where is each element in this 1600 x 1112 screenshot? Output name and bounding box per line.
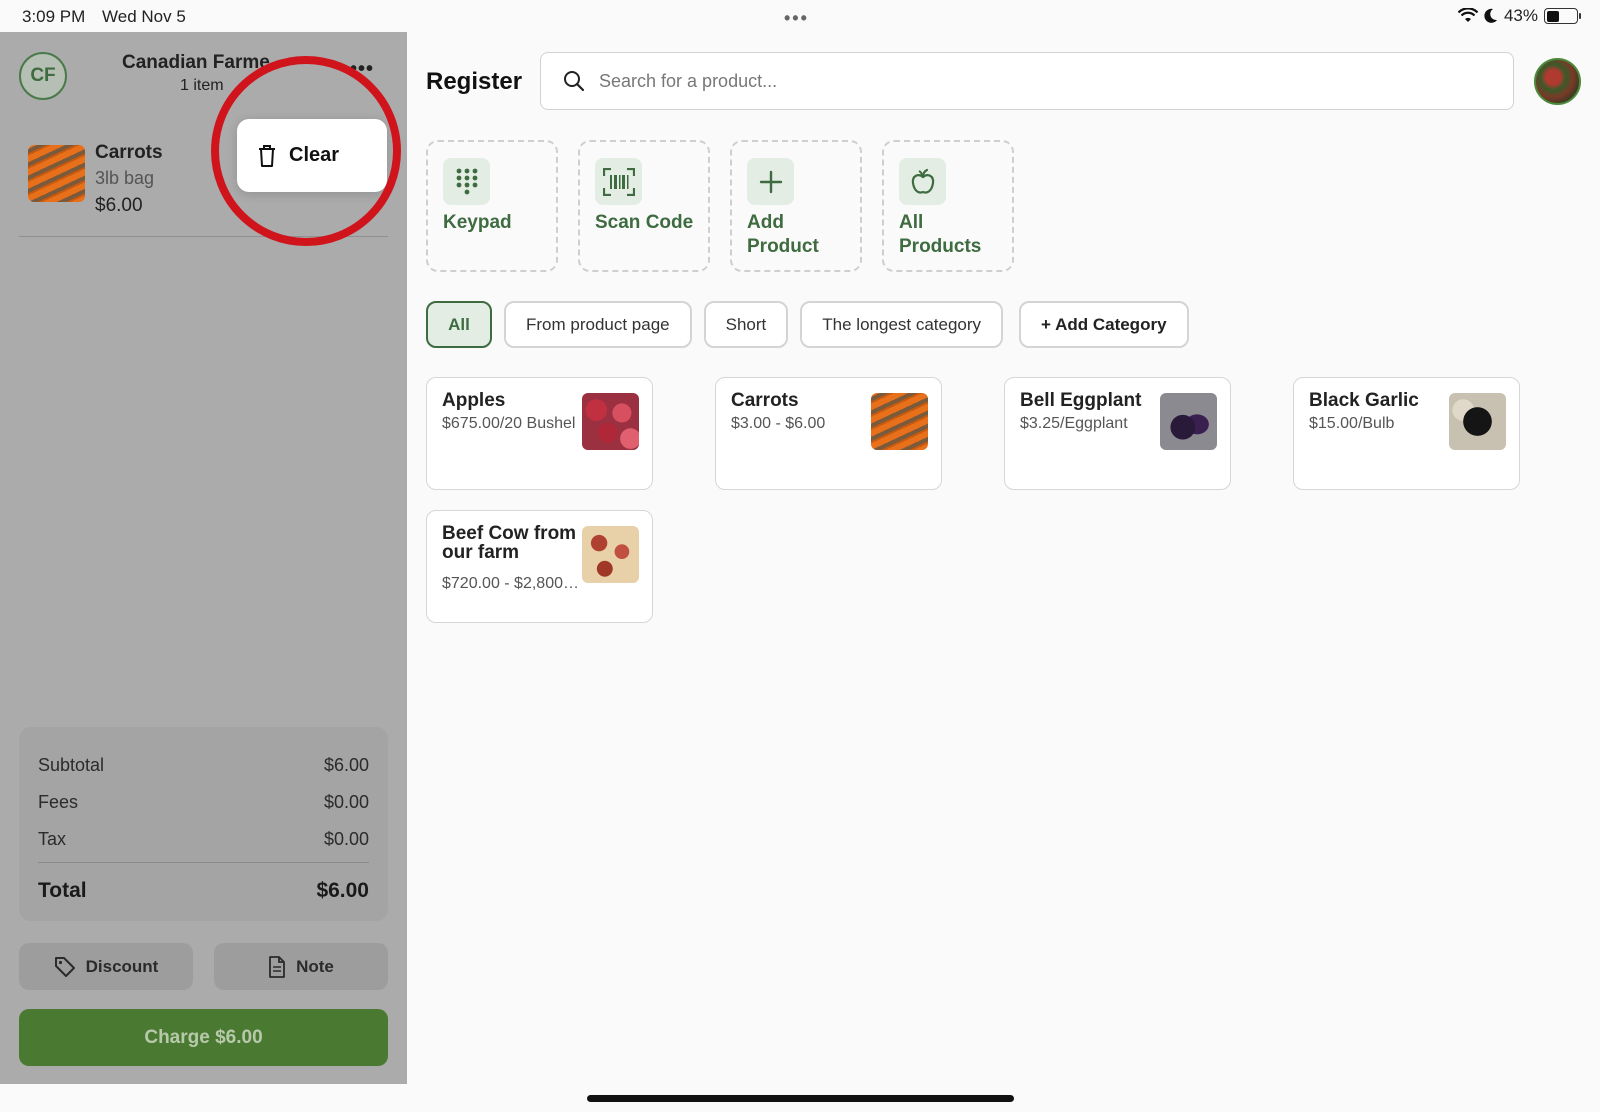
multitasking-dots-icon[interactable]: ••• — [784, 8, 809, 29]
keypad-action[interactable]: Keypad — [426, 140, 558, 272]
category-chip-longest[interactable]: The longest category — [800, 301, 1004, 348]
cart-item-name: Carrots — [95, 142, 163, 163]
note-label: Note — [296, 956, 334, 976]
cart-farm-name: Canadian Farme — [122, 52, 270, 73]
add-category-button[interactable]: + Add Category — [1019, 301, 1189, 348]
farm-avatar: CF — [19, 52, 67, 100]
barcode-scan-icon — [595, 158, 642, 205]
garlic-image — [1449, 393, 1506, 450]
total-value: $6.00 — [316, 879, 369, 902]
cart-item-price: $6.00 — [95, 195, 143, 216]
clear-cart-menu-item[interactable]: Clear — [237, 119, 387, 192]
wifi-icon — [1457, 8, 1478, 22]
trash-icon — [259, 144, 275, 167]
keypad-label: Keypad — [443, 212, 512, 233]
tax-row: Tax $0.00 — [38, 821, 369, 858]
total-row: Total $6.00 — [38, 869, 369, 913]
apple-icon — [899, 158, 946, 205]
add-product-label: Add Product — [747, 212, 819, 257]
note-button[interactable]: Note — [214, 943, 388, 990]
apples-image — [582, 393, 639, 450]
keypad-icon — [443, 158, 490, 205]
moon-icon — [1484, 8, 1497, 23]
totals-divider — [38, 862, 369, 863]
total-label: Total — [38, 879, 87, 902]
category-filters: All From product page Short The longest … — [426, 301, 1189, 348]
carrots-image — [871, 393, 928, 450]
clear-label: Clear — [289, 144, 340, 166]
home-indicator[interactable] — [587, 1095, 1014, 1102]
product-name: Apples — [442, 390, 506, 411]
beef-image — [582, 526, 639, 583]
document-icon — [269, 955, 286, 978]
product-price: $675.00/20 Bushel — [442, 415, 576, 432]
subtotal-value: $6.00 — [323, 755, 369, 775]
product-name: Carrots — [731, 390, 799, 411]
cart-item-count: 1 item — [180, 77, 224, 94]
eggplant-image — [1160, 393, 1217, 450]
subtotal-row: Subtotal $6.00 — [38, 747, 369, 784]
product-card-apples[interactable]: Apples $675.00/20 Bushel — [426, 377, 653, 490]
fees-row: Fees $0.00 — [38, 784, 369, 821]
fees-label: Fees — [38, 792, 79, 812]
product-name: Beef Cow from our farm — [442, 523, 577, 563]
product-card-carrots[interactable]: Carrots $3.00 - $6.00 — [715, 377, 942, 490]
search-icon — [564, 71, 585, 92]
search-input[interactable] — [599, 70, 1449, 92]
product-name: Black Garlic — [1309, 390, 1419, 411]
add-product-action[interactable]: Add Product — [730, 140, 862, 272]
product-price: $720.00 - $2,800.00 — [442, 575, 580, 592]
product-name: Bell Eggplant — [1020, 390, 1142, 411]
user-avatar[interactable] — [1534, 58, 1581, 105]
more-options-icon[interactable]: ••• — [350, 58, 374, 81]
battery-icon — [1544, 8, 1581, 24]
page-title: Register — [426, 68, 523, 95]
status-time: 3:09 PM — [22, 7, 86, 26]
totals-summary: Subtotal $6.00 Fees $0.00 Tax $0.00 Tota… — [19, 727, 388, 921]
tag-icon — [54, 956, 75, 977]
product-price: $15.00/Bulb — [1309, 415, 1395, 432]
scan-code-action[interactable]: Scan Code — [578, 140, 710, 272]
tax-label: Tax — [38, 829, 67, 849]
plus-icon — [747, 158, 794, 205]
product-card-black-garlic[interactable]: Black Garlic $15.00/Bulb — [1293, 377, 1520, 490]
category-chip-from-product-page[interactable]: From product page — [504, 301, 692, 348]
all-products-action[interactable]: All Products — [882, 140, 1014, 272]
carrots-thumbnail — [28, 145, 85, 202]
category-chip-short[interactable]: Short — [703, 301, 789, 348]
charge-button[interactable]: Charge $6.00 — [19, 1009, 388, 1066]
product-grid: Apples $675.00/20 Bushel Carrots $3.00 -… — [426, 377, 1526, 627]
quick-actions: Keypad Scan Code Add Product All Product… — [426, 140, 1014, 272]
tax-value: $0.00 — [323, 829, 369, 849]
fees-value: $0.00 — [323, 792, 369, 812]
battery-percent: 43% — [1503, 6, 1538, 25]
product-card-bell-eggplant[interactable]: Bell Eggplant $3.25/Eggplant — [1004, 377, 1231, 490]
product-card-beef-cow[interactable]: Beef Cow from our farm $720.00 - $2,800.… — [426, 510, 653, 623]
status-indicators: 43% — [1457, 6, 1581, 26]
all-products-label: All Products — [899, 212, 982, 257]
product-price: $3.25/Eggplant — [1020, 415, 1128, 432]
discount-button[interactable]: Discount — [19, 943, 193, 990]
cart-actions: Discount Note — [19, 943, 388, 990]
discount-label: Discount — [85, 956, 159, 976]
status-date: Wed Nov 5 — [102, 7, 186, 26]
product-search[interactable] — [540, 52, 1514, 110]
category-chip-all[interactable]: All — [426, 301, 492, 348]
cart-item-variant: 3lb bag — [95, 168, 155, 188]
product-price: $3.00 - $6.00 — [731, 415, 826, 432]
scan-code-label: Scan Code — [595, 212, 694, 233]
subtotal-label: Subtotal — [38, 755, 105, 775]
status-bar: 3:09 PM Wed Nov 5 ••• 43% — [0, 0, 1600, 32]
